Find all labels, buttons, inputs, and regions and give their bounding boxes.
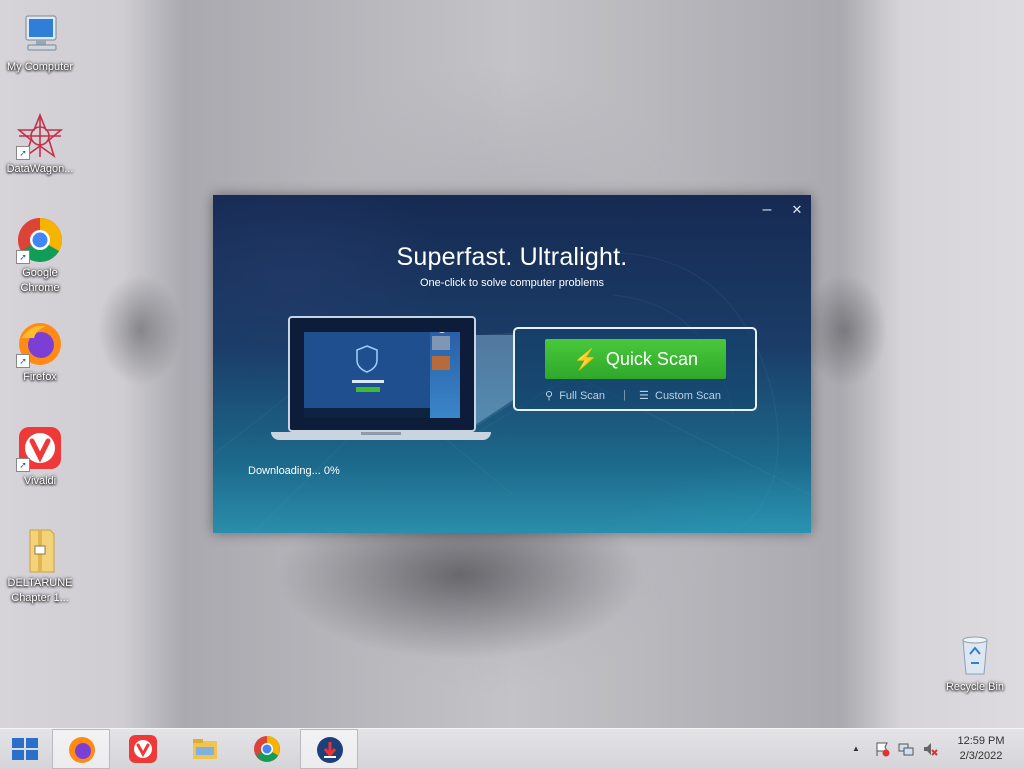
chrome-icon xyxy=(254,736,280,762)
shortcut-arrow-icon: ➚ xyxy=(16,146,30,160)
vivaldi-icon xyxy=(129,735,157,763)
desktop-icon-my-computer[interactable]: My Computer xyxy=(0,10,80,75)
taskbar-file-explorer[interactable] xyxy=(176,729,234,769)
desktop-icon-google-chrome[interactable]: ➚ Google Chrome xyxy=(0,216,80,296)
network-icon[interactable] xyxy=(898,741,914,760)
shortcut-arrow-icon: ➚ xyxy=(16,250,30,264)
search-icon: ⚲ xyxy=(545,390,554,402)
close-button[interactable]: ✕ xyxy=(787,201,807,219)
custom-scan-label: Custom Scan xyxy=(655,390,722,402)
folder-zip-icon xyxy=(16,526,64,574)
minimize-button[interactable]: – xyxy=(757,201,777,219)
quick-scan-label: Quick Scan xyxy=(605,349,698,369)
desktop-icon-vivaldi[interactable]: ➚ Vivaldi xyxy=(0,424,80,489)
chrome-icon: ➚ xyxy=(16,216,64,264)
download-shield-icon xyxy=(317,737,343,763)
datawagon-icon: ➚ xyxy=(16,112,64,160)
tray-overflow-chevron[interactable]: ▲ xyxy=(852,744,860,753)
desktop-icon-recycle-bin[interactable]: Recycle Bin xyxy=(935,630,1015,695)
desktop-icon-datawagon[interactable]: ➚ DataWagon... xyxy=(0,112,80,177)
clock-date: 2/3/2022 xyxy=(959,750,1003,762)
start-button[interactable] xyxy=(6,735,44,763)
taskbar-firefox[interactable] xyxy=(52,729,110,769)
laptop-illustration xyxy=(288,316,476,432)
volume-muted-icon[interactable] xyxy=(922,741,938,760)
shortcut-arrow-icon: ➚ xyxy=(16,458,30,472)
desktop-icon-label: DataWagon... xyxy=(6,163,74,175)
laptop-screen-content xyxy=(304,323,460,418)
laptop-notch xyxy=(361,432,401,435)
desktop-icon-label: Recycle Bin xyxy=(945,681,1005,693)
taskbar: ▲ 12:59 PM 2/3/2022 xyxy=(0,728,1024,769)
folder-icon xyxy=(193,739,217,759)
firefox-icon: ➚ xyxy=(16,320,64,368)
divider: | xyxy=(623,389,626,401)
computer-icon xyxy=(16,10,64,58)
list-icon: ☰ xyxy=(639,390,649,402)
firefox-icon xyxy=(69,737,95,763)
full-scan-label: Full Scan xyxy=(559,390,606,402)
full-scan-button[interactable]: ⚲ Full Scan xyxy=(545,389,605,402)
custom-scan-button[interactable]: ☰ Custom Scan xyxy=(639,389,721,402)
download-status: Downloading... 0% xyxy=(248,465,340,477)
desktop-icon-label: Vivaldi xyxy=(23,475,57,487)
subheadline: One-click to solve computer problems xyxy=(419,277,604,289)
windows-logo-icon xyxy=(12,738,38,760)
recycle-bin-icon xyxy=(951,630,999,678)
taskbar-installer[interactable] xyxy=(300,729,358,769)
action-center-flag-icon[interactable] xyxy=(874,741,890,760)
taskbar-vivaldi[interactable] xyxy=(114,729,172,769)
system-clock[interactable]: 12:59 PM 2/3/2022 xyxy=(946,734,1016,764)
desktop-icon-label: DELTARUNE Chapter 1... xyxy=(7,577,73,604)
desktop-icon-label: Firefox xyxy=(23,371,57,383)
desktop-icon-deltarune[interactable]: DELTARUNE Chapter 1... xyxy=(0,526,80,606)
taskbar-chrome[interactable] xyxy=(238,729,296,769)
quick-scan-button[interactable]: ⚡ Quick Scan xyxy=(545,339,726,379)
lightning-icon: ⚡ xyxy=(573,349,598,371)
vivaldi-icon: ➚ xyxy=(16,424,64,472)
desktop-icon-label: Google Chrome xyxy=(20,267,60,294)
headline: Superfast. Ultralight. xyxy=(396,243,628,271)
desktop-icon-firefox[interactable]: ➚ Firefox xyxy=(0,320,80,385)
desktop-icon-label: My Computer xyxy=(6,61,74,73)
installer-window: – ✕ Superfast. Ultralight. One-click to … xyxy=(213,195,811,533)
shortcut-arrow-icon: ➚ xyxy=(16,354,30,368)
clock-time: 12:59 PM xyxy=(957,735,1005,747)
scan-panel: ⚡ Quick Scan ⚲ Full Scan | ☰ Custom Scan xyxy=(513,327,757,411)
